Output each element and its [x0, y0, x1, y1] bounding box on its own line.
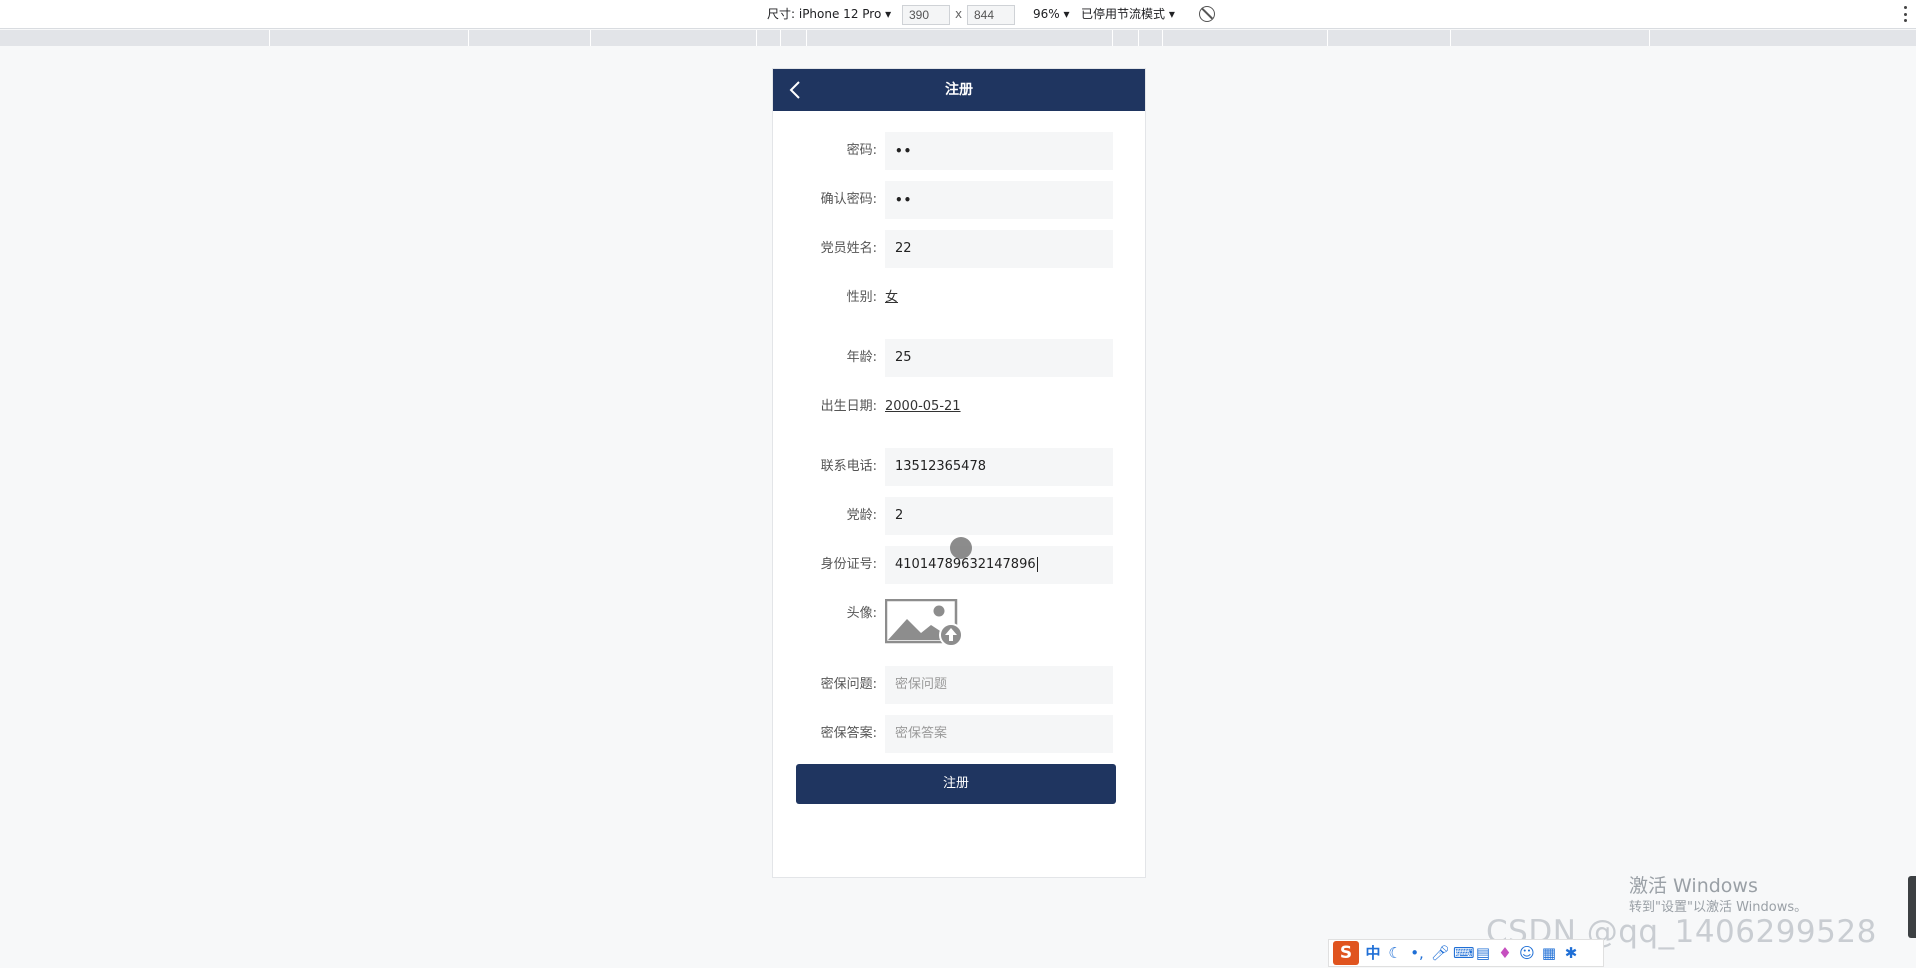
security-question-label: 密保问题: [820, 677, 877, 692]
party-age-field[interactable]: 2 [885, 497, 1113, 535]
ime-toolbar: S 中 ☾ •, 🎤︎ ⌨ ▤ ♦ ☺ ▦ ✱ [1328, 939, 1604, 967]
skin-icon[interactable]: ♦ [1497, 944, 1513, 962]
media-query-segment [269, 30, 270, 46]
security-answer-row: 密保答案: [773, 715, 1145, 753]
microphone-icon[interactable]: 🎤︎ [1431, 944, 1450, 962]
avatar-row: 头像: [773, 595, 1145, 655]
security-answer-label: 密保答案: [820, 726, 877, 741]
device-select[interactable]: 尺寸: iPhone 12 Pro ▾ [767, 0, 891, 29]
phone-row: 联系电话: 13512365478 [773, 448, 1145, 486]
nav-bar: 注册 [773, 69, 1145, 111]
security-question-row: 密保问题: [773, 666, 1145, 704]
gender-picker[interactable]: 女 [885, 279, 898, 317]
phone-label: 联系电话: [820, 459, 877, 474]
security-answer-input[interactable] [885, 715, 1113, 753]
member-name-label: 党员姓名: [820, 241, 877, 256]
id-number-label: 身份证号: [820, 557, 877, 572]
watermark-title: 激活 Windows [1629, 875, 1758, 897]
id-number-field[interactable]: 41014789632147896 [885, 546, 1113, 584]
media-query-segment [1162, 30, 1163, 46]
phone-field[interactable]: 13512365478 [885, 448, 1113, 486]
media-query-segment [1138, 30, 1139, 46]
birthdate-label: 出生日期: [820, 399, 877, 414]
media-query-segment [1649, 30, 1650, 46]
page-title: 注册 [945, 82, 973, 98]
birthdate-row: 出生日期: 2000-05-21 [773, 388, 1145, 426]
touch-cursor [950, 537, 972, 559]
password-label: 密码: [846, 143, 877, 158]
toolbox-icon[interactable]: ▤ [1475, 944, 1491, 962]
media-query-segment [1450, 30, 1451, 46]
birthdate-picker[interactable]: 2000-05-21 [885, 388, 961, 426]
punctuation-icon[interactable]: •, [1409, 944, 1425, 962]
confirm-password-label: 确认密码: [820, 192, 877, 207]
zoom-select[interactable]: 96% ▾ [1033, 0, 1070, 29]
apps-icon[interactable]: ▦ [1541, 944, 1557, 962]
devtools-device-toolbar: 尺寸: iPhone 12 Pro ▾ x 96% ▾ 已停用节流模式 ▾ [0, 0, 1916, 29]
gender-row: 性别: 女 [773, 279, 1145, 317]
settings-icon[interactable]: ✱ [1563, 944, 1579, 962]
id-number-value: 41014789632147896 [895, 557, 1036, 572]
member-name-field[interactable]: 22 [885, 230, 1113, 268]
device-viewport: 注册 密码: •• 确认密码: •• 党员姓名: 22 性别: 女 年龄: 25… [772, 68, 1146, 878]
security-question-input[interactable] [885, 666, 1113, 704]
game-icon[interactable]: ☺ [1519, 944, 1535, 962]
windows-activation-watermark: 激活 Windows 转到"设置"以激活 Windows。 [1629, 874, 1807, 918]
member-name-row: 党员姓名: 22 [773, 230, 1145, 268]
confirm-password-field[interactable]: •• [885, 181, 1113, 219]
no-throttle-icon[interactable] [1199, 6, 1215, 22]
image-upload-icon[interactable] [884, 598, 965, 647]
party-age-row: 党龄: 2 [773, 497, 1145, 535]
ime-language-toggle[interactable]: 中 [1365, 944, 1381, 962]
media-query-segment [756, 30, 757, 46]
text-caret [1036, 557, 1038, 572]
media-query-segment [806, 30, 807, 46]
viewport-height-input[interactable] [967, 5, 1015, 25]
media-query-segment [780, 30, 781, 46]
media-query-segment [1327, 30, 1328, 46]
media-query-segment [590, 30, 591, 46]
register-button[interactable]: 注册 [796, 764, 1116, 804]
viewport-width-input[interactable] [902, 5, 950, 25]
media-query-segment [1112, 30, 1113, 46]
confirm-password-row: 确认密码: •• [773, 181, 1145, 219]
avatar-label: 头像: [846, 606, 877, 621]
throttle-select[interactable]: 已停用节流模式 ▾ [1081, 0, 1175, 29]
age-field[interactable]: 25 [885, 339, 1113, 377]
password-row: 密码: •• [773, 132, 1145, 170]
dimension-separator: x [955, 7, 963, 21]
moon-icon[interactable]: ☾ [1387, 944, 1403, 962]
keyboard-icon[interactable]: ⌨ [1453, 944, 1475, 962]
media-query-segment [468, 30, 469, 46]
sogou-logo-icon[interactable]: S [1333, 941, 1359, 965]
media-query-bar[interactable] [0, 30, 1916, 46]
gender-label: 性别: [846, 290, 877, 305]
age-label: 年龄: [846, 350, 877, 365]
age-row: 年龄: 25 [773, 339, 1145, 377]
side-panel-handle[interactable] [1908, 876, 1916, 938]
password-field[interactable]: •• [885, 132, 1113, 170]
kebab-menu-icon[interactable] [1904, 6, 1908, 22]
party-age-label: 党龄: [846, 508, 877, 523]
